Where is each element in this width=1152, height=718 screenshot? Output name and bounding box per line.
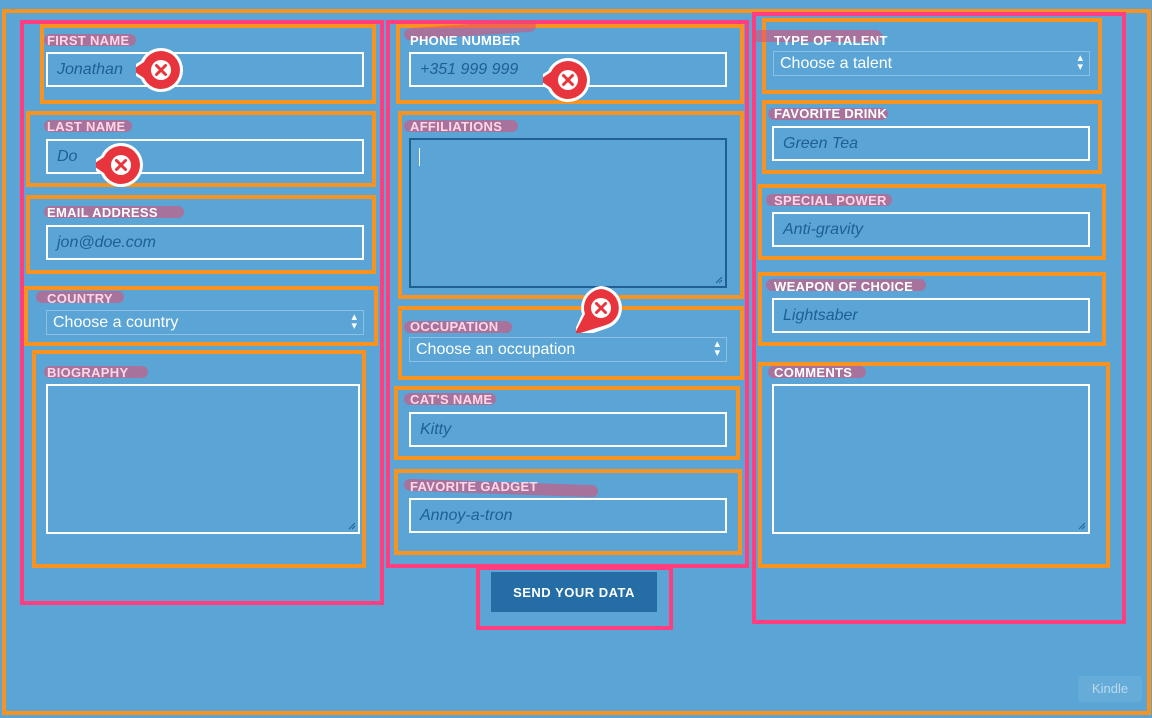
biography-textarea[interactable] (46, 384, 360, 534)
error-x-icon (136, 48, 183, 92)
gadget-label: FAVORITE GADGET (410, 479, 538, 494)
cat-name-placeholder: Kitty (420, 421, 452, 438)
occupation-select-value: Choose an occupation (416, 341, 576, 358)
cat-name-input[interactable]: Kitty (409, 412, 727, 447)
email-label: EMAIL ADDRESS (47, 205, 158, 220)
affiliations-label: AFFILIATIONS (410, 119, 503, 134)
biography-label: BIOGRAPHY (47, 365, 129, 380)
send-data-button[interactable]: SEND YOUR DATA (491, 572, 657, 612)
weapon-input[interactable]: Lightsaber (772, 298, 1090, 333)
occupation-select[interactable]: Choose an occupation ▴ ▾ (409, 337, 727, 362)
kindle-watermark: Kindle (1078, 676, 1142, 702)
weapon-placeholder: Lightsaber (783, 307, 858, 324)
affiliations-textarea[interactable] (409, 138, 727, 288)
power-placeholder: Anti-gravity (783, 221, 864, 238)
first-name-placeholder: Jonathan (57, 61, 123, 78)
drink-placeholder: Green Tea (783, 135, 859, 152)
country-select-value: Choose a country (53, 314, 179, 331)
first-name-label: FIRST NAME (47, 33, 130, 48)
resize-grip-icon[interactable] (348, 522, 356, 530)
updown-arrow-icon: ▴ ▾ (1077, 52, 1083, 73)
cat-name-label: CAT'S NAME (410, 392, 493, 407)
last-name-label: LAST NAME (47, 119, 126, 134)
resize-grip-icon[interactable] (715, 276, 723, 284)
resize-grip-icon[interactable] (1078, 522, 1086, 530)
drink-input[interactable]: Green Tea (772, 126, 1090, 161)
text-cursor (419, 148, 420, 166)
power-input[interactable]: Anti-gravity (772, 212, 1090, 247)
error-x-icon (96, 143, 143, 187)
occupation-label: OCCUPATION (410, 319, 499, 334)
phone-placeholder: +351 999 999 (420, 61, 519, 78)
comments-label: COMMENTS (774, 365, 853, 380)
country-select[interactable]: Choose a country ▴ ▾ (46, 310, 364, 335)
talent-label: TYPE OF TALENT (774, 33, 888, 48)
email-placeholder: jon@doe.com (57, 234, 156, 251)
country-label: COUNTRY (47, 291, 113, 306)
updown-arrow-icon: ▴ ▾ (351, 311, 357, 332)
updown-arrow-icon: ▴ ▾ (714, 338, 720, 359)
gadget-input[interactable]: Annoy-a-tron (409, 498, 727, 533)
last-name-placeholder: Do (57, 148, 78, 165)
email-input[interactable]: jon@doe.com (46, 225, 364, 260)
gadget-placeholder: Annoy-a-tron (420, 507, 513, 524)
phone-label: PHONE NUMBER (410, 33, 521, 48)
drink-label: FAVORITE DRINK (774, 106, 888, 121)
error-x-icon (543, 58, 590, 102)
comments-textarea[interactable] (772, 384, 1090, 534)
error-x-icon (576, 286, 622, 333)
form-page: FIRST NAME Jonathan LAST NAME Do EMAIL A… (0, 0, 1152, 718)
last-name-input[interactable]: Do (46, 139, 364, 174)
power-label: SPECIAL POWER (774, 193, 887, 208)
talent-select-value: Choose a talent (780, 55, 893, 72)
weapon-label: WEAPON OF CHOICE (774, 279, 914, 294)
first-name-input[interactable]: Jonathan (46, 52, 364, 87)
talent-select[interactable]: Choose a talent ▴ ▾ (773, 51, 1090, 76)
